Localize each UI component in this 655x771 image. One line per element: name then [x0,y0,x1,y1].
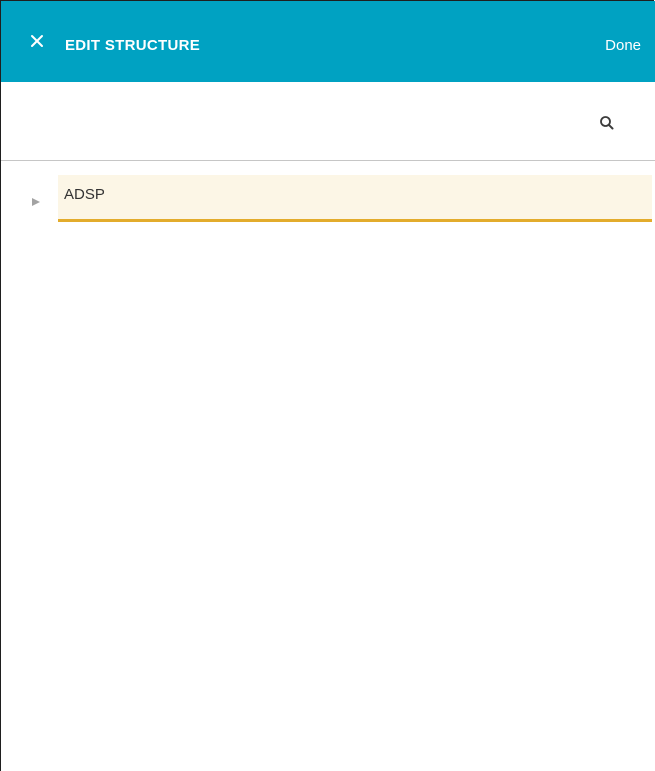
structure-tree: ADSP [1,174,655,222]
search-bar [1,82,655,161]
page-title: EDIT STRUCTURE [65,37,201,54]
header-bar: EDIT STRUCTURE Done [1,1,655,82]
close-icon [31,35,43,47]
search-button[interactable] [598,114,616,132]
search-icon [600,116,614,130]
tree-row: ADSP [1,174,655,222]
tree-node-adsp[interactable]: ADSP [58,175,652,222]
done-button[interactable]: Done [605,37,641,54]
close-button[interactable] [27,31,47,51]
edit-structure-panel: EDIT STRUCTURE Done ADSP [0,0,655,771]
tree-node-label: ADSP [64,186,105,203]
caret-right-icon [32,198,40,206]
expand-toggle[interactable] [30,195,42,207]
